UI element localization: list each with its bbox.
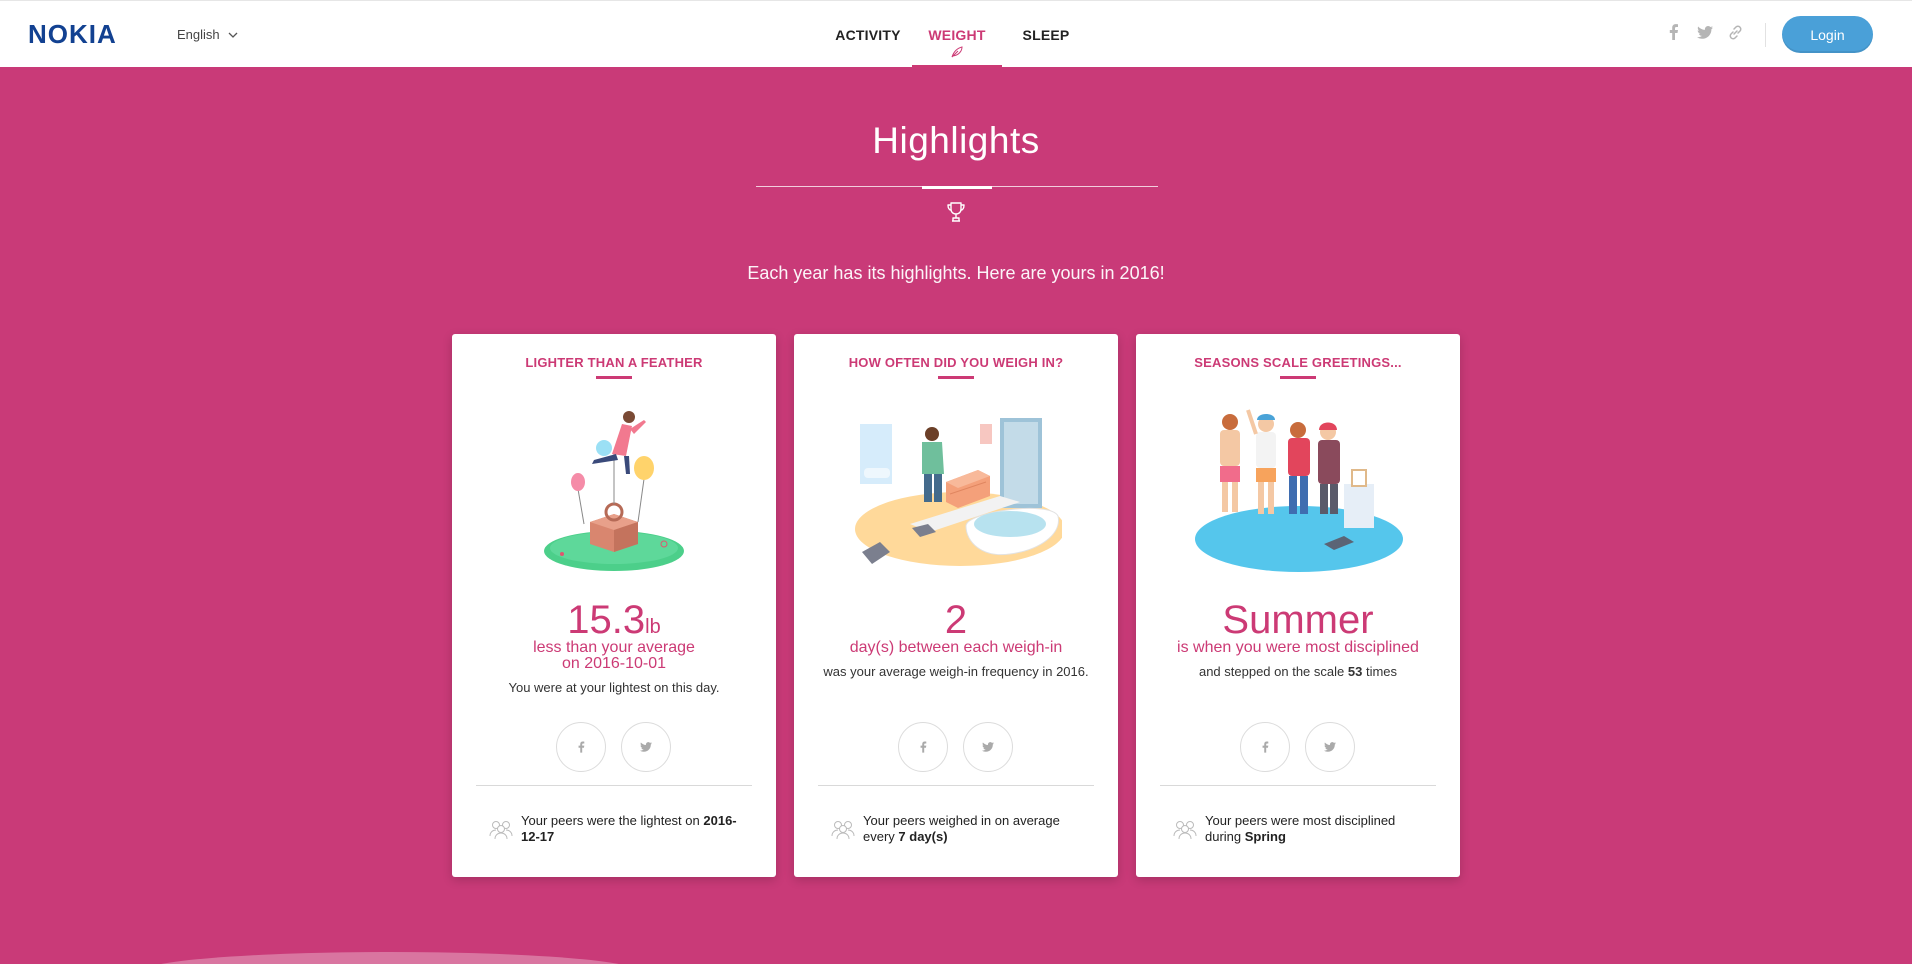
highlight-card-frequency: HOW OFTEN DID YOU WEIGH IN? 2 day(s) bet… — [794, 334, 1118, 877]
card-divider — [476, 785, 752, 786]
share-facebook-button[interactable] — [556, 722, 606, 772]
link-icon[interactable] — [1726, 23, 1744, 41]
twitter-icon — [640, 742, 652, 752]
peers-value: 7 day(s) — [898, 829, 948, 844]
bathroom-illustration — [855, 418, 1062, 566]
nav-tab-weight[interactable]: WEIGHT — [912, 1, 1002, 68]
peers-text: Your peers were the lightest on — [521, 813, 700, 828]
card-subtitle-line1: day(s) between each weigh-in — [849, 639, 1063, 656]
nav-tab-label: SLEEP — [1022, 26, 1070, 43]
nav-tab-sleep[interactable]: SLEEP — [1002, 1, 1090, 68]
twitter-icon[interactable] — [1696, 23, 1714, 41]
seasons-people-illustration — [1195, 409, 1403, 572]
nav-tab-label: ACTIVITY — [835, 26, 901, 43]
card-title-underline — [938, 376, 974, 379]
decorative-wave — [140, 952, 640, 964]
highlight-card-lightest: LIGHTER THAN A FEATHER 15.3lb less than … — [452, 334, 776, 877]
card-description: and stepped on the scale 53 times — [1136, 664, 1460, 679]
peers-comparison: Your peers were the lightest on 2016-12-… — [521, 813, 751, 845]
highlight-card-season: SEASONS SCALE GREETINGS... Summer is whe… — [1136, 334, 1460, 877]
top-header: NOKIA English ACTIVITY WEIGHT SLEEP Logi… — [0, 0, 1912, 68]
main-nav: ACTIVITY WEIGHT SLEEP — [0, 1, 1912, 68]
card-subtitle-line1: is when you were most disciplined — [1177, 639, 1419, 656]
share-twitter-button[interactable] — [1305, 722, 1355, 772]
facebook-icon — [920, 741, 926, 753]
page-subtitle: Each year has its highlights. Here are y… — [747, 263, 1165, 283]
facebook-icon — [1262, 741, 1268, 753]
card-subtitle-line2: on 2016-10-01 — [561, 655, 667, 672]
card-title: LIGHTER THAN A FEATHER — [525, 355, 703, 370]
disciplined-season-value: Summer — [1222, 598, 1374, 642]
page-title: Highlights — [872, 120, 1040, 161]
twitter-icon — [982, 742, 994, 752]
description-suffix: times — [1365, 664, 1398, 679]
peers-text: Your peers were most disciplined during — [1205, 813, 1396, 844]
peers-icon — [831, 821, 855, 840]
card-title: SEASONS SCALE GREETINGS... — [1194, 355, 1402, 370]
title-divider-accent — [922, 186, 992, 189]
scale-count: 53 — [1347, 664, 1363, 679]
nav-tab-label: WEIGHT — [928, 26, 986, 43]
card-title: HOW OFTEN DID YOU WEIGH IN? — [848, 355, 1064, 370]
share-twitter-button[interactable] — [963, 722, 1013, 772]
peers-comparison: Your peers weighed in on average every 7… — [863, 813, 1093, 845]
peers-icon — [1173, 821, 1197, 840]
share-facebook-button[interactable] — [898, 722, 948, 772]
weight-value: 15.3 — [567, 598, 646, 642]
feather-icon — [951, 46, 963, 58]
login-button[interactable]: Login — [1782, 16, 1873, 53]
facebook-icon[interactable] — [1665, 23, 1683, 41]
card-description: was your average weigh-in frequency in 2… — [823, 664, 1089, 679]
card-divider — [818, 785, 1094, 786]
peers-comparison: Your peers were most disciplined during … — [1205, 813, 1435, 845]
weight-unit: lb — [645, 616, 661, 638]
twitter-icon — [1324, 742, 1336, 752]
share-facebook-button[interactable] — [1240, 722, 1290, 772]
balloon-scale-illustration — [544, 411, 684, 571]
card-subtitle-line1: less than your average — [533, 639, 695, 656]
trophy-icon — [947, 202, 965, 222]
description-prefix: and stepped on the scale — [1198, 664, 1345, 679]
peers-icon — [489, 821, 513, 840]
header-divider — [1765, 23, 1766, 47]
share-twitter-button[interactable] — [621, 722, 671, 772]
nav-tab-activity[interactable]: ACTIVITY — [824, 1, 912, 68]
card-title-underline — [596, 376, 632, 379]
card-description: You were at your lightest on this day. — [508, 680, 720, 695]
card-title-underline — [1280, 376, 1316, 379]
facebook-icon — [578, 741, 584, 753]
card-divider — [1160, 785, 1436, 786]
peers-text: Your peers weighed in on average every — [863, 813, 1060, 844]
weigh-in-interval-value: 2 — [944, 598, 968, 642]
peers-value: Spring — [1244, 829, 1286, 844]
